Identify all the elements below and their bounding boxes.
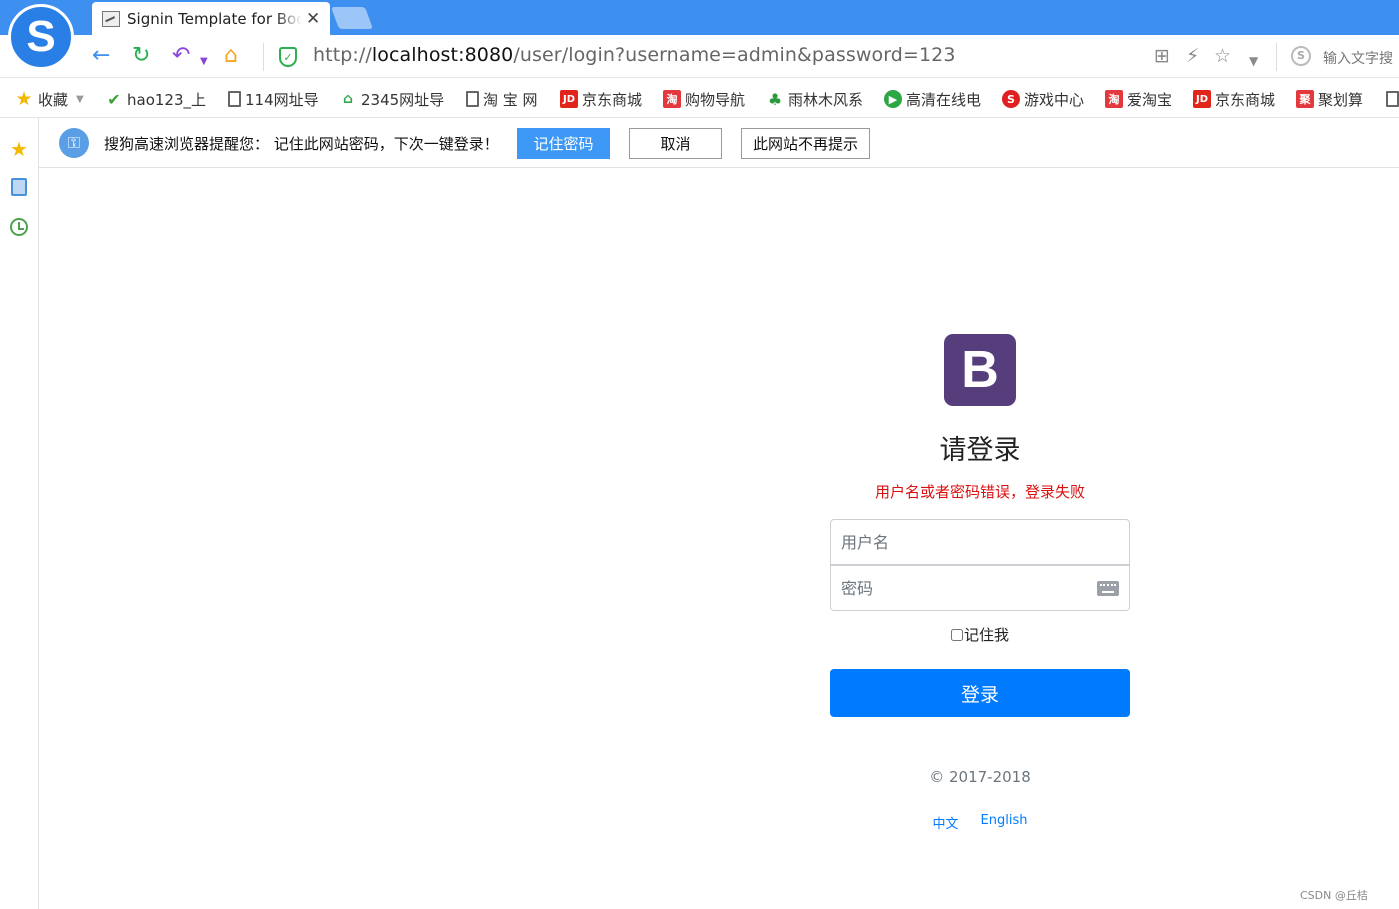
bookmark-item[interactable]: 淘爱淘宝 [1105, 88, 1172, 110]
jd-icon: JD [560, 90, 578, 108]
bookmark-item[interactable]: 聚聚划算 [1296, 88, 1363, 110]
close-tab-icon[interactable]: ✕ [306, 9, 320, 29]
back-icon[interactable]: ← [92, 43, 110, 69]
url-input[interactable]: http://localhost:8080/user/login?usernam… [313, 44, 956, 66]
save-password-button[interactable]: 记住密码 [517, 128, 610, 159]
bookmark-item[interactable]: 114网址导 [228, 88, 319, 110]
bookmark-item[interactable]: ✔ hao123_上 [105, 88, 206, 110]
2345-icon: ⌂ [342, 91, 354, 107]
divider [1276, 43, 1277, 71]
bookmark-item[interactable]: ⌂ 2345网址导 [339, 88, 444, 110]
tab-title: Signin Template for Bootstrap [127, 9, 302, 28]
divider [263, 43, 264, 71]
never-prompt-button[interactable]: 此网站不再提示 [741, 128, 870, 159]
sogou-search-icon[interactable]: S [1291, 46, 1311, 66]
broken-image-icon [102, 10, 120, 27]
bookmark-star-icon[interactable]: ☆ [1214, 45, 1231, 67]
security-shield-icon[interactable]: ✓ [279, 47, 297, 67]
bookmark-item[interactable]: 淘购物导航 [663, 88, 745, 110]
star-icon: ★ [15, 88, 33, 110]
address-bar: ← ↻ ↶ ▼ ⌂ ✓ http://localhost:8080/user/l… [0, 35, 1399, 78]
bookmark-item[interactable]: 淘 宝 网 [466, 88, 538, 110]
page-title: 请登录 [939, 435, 1021, 466]
remember-me[interactable]: 记住我 [830, 624, 1130, 645]
bookmark-favorites[interactable]: ★ 收藏 ▼ [14, 88, 84, 110]
copyright: © 2017-2018 [929, 768, 1031, 786]
page-icon [228, 91, 241, 107]
bookmark-item[interactable]: ▶ 高清在线电 [884, 88, 981, 110]
bookmarks-bar: ★ 收藏 ▼ ✔ hao123_上 114网址导 ⌂ 2345网址导 淘 宝 网 JD 京… [0, 78, 1399, 118]
home-icon[interactable]: ⌂ [224, 43, 238, 69]
bootstrap-logo-icon: B [944, 334, 1016, 406]
search-input[interactable]: 输入文字搜 [1323, 48, 1393, 68]
keyboard-icon[interactable] [1097, 581, 1119, 596]
side-panel: ★ [0, 118, 39, 909]
game-icon: S [1002, 90, 1020, 108]
remember-me-checkbox[interactable] [950, 628, 963, 641]
history-clock-icon[interactable] [8, 218, 30, 240]
sprout-icon: ♣ [767, 89, 783, 109]
sogou-logo-icon[interactable]: S [8, 4, 74, 70]
key-icon: ⚿ [59, 128, 89, 158]
page-icon [1386, 91, 1399, 107]
bookmark-item[interactable]: ♣ 雨林木风系 [766, 88, 863, 110]
hao123-icon: ✔ [107, 89, 121, 109]
username-input[interactable] [830, 519, 1130, 565]
qr-code-icon[interactable]: ⊞ [1154, 45, 1170, 67]
bookmark-item[interactable]: JD 京东商城 [560, 88, 642, 110]
language-switcher: 中文 English [830, 813, 1130, 832]
page-icon [466, 91, 479, 107]
video-icon: ▶ [884, 90, 902, 108]
taobao-icon: 淘 [1105, 90, 1123, 108]
password-input[interactable] [830, 565, 1130, 611]
chevron-down-icon[interactable]: ▼ [200, 49, 208, 75]
reload-icon[interactable]: ↻ [132, 43, 150, 69]
browser-tab[interactable]: Signin Template for Bootstrap ✕ [92, 2, 330, 35]
remember-me-label: 记住我 [963, 626, 1009, 644]
error-message: 用户名或者密码错误，登录失败 [874, 483, 1085, 501]
jd-icon: JD [1193, 90, 1211, 108]
star-icon[interactable]: ★ [8, 138, 30, 160]
chevron-down-icon[interactable]: ▼ [76, 94, 84, 105]
undo-close-icon[interactable]: ↶ [172, 43, 190, 69]
password-prompt-bar: ⚿ 搜狗高速浏览器提醒您： 记住此网站密码，下次一键登录！ 记住密码 取消 此网… [39, 118, 1399, 168]
chevron-down-icon[interactable]: ▼ [1249, 50, 1258, 72]
juhuasuan-icon: 聚 [1296, 90, 1314, 108]
bookmark-item[interactable]: JD 京东商城 [1193, 88, 1275, 110]
login-button[interactable]: 登录 [830, 669, 1130, 717]
bookmark-overflow[interactable] [1386, 88, 1399, 110]
watermark: CSDN @丘桔 [1300, 889, 1368, 902]
bookmark-item[interactable]: S 游戏中心 [1002, 88, 1084, 110]
tablet-icon[interactable] [8, 178, 30, 200]
lightning-icon[interactable]: ⚡ [1186, 45, 1199, 67]
lang-en-link[interactable]: English [981, 813, 1028, 832]
cancel-button[interactable]: 取消 [629, 128, 722, 159]
lang-zh-link[interactable]: 中文 [933, 813, 959, 832]
password-prompt-message: 搜狗高速浏览器提醒您： 记住此网站密码，下次一键登录！ [104, 135, 499, 153]
shopping-icon: 淘 [663, 90, 681, 108]
